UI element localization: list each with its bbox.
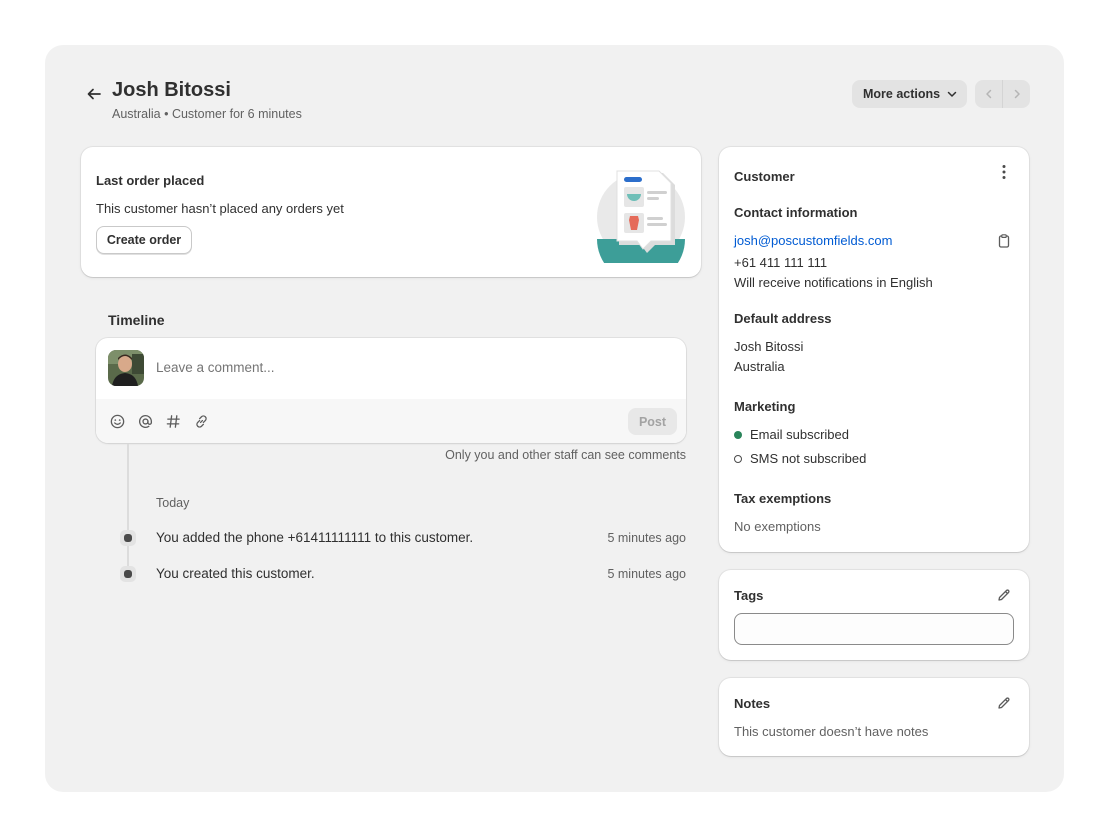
customer-heading: Customer	[734, 169, 795, 184]
avatar	[108, 350, 144, 386]
create-order-button[interactable]: Create order	[96, 226, 192, 254]
comment-visibility-note: Only you and other staff can see comment…	[445, 448, 686, 462]
comment-box: Post	[96, 338, 686, 443]
record-pager	[975, 80, 1030, 108]
customer-card: Customer Contact information josh@poscus…	[719, 147, 1029, 552]
timeline-title: Timeline	[108, 312, 165, 328]
timeline-event-text: You created this customer.	[156, 566, 315, 581]
no-orders-message: This customer hasn’t placed any orders y…	[96, 201, 344, 216]
last-order-heading: Last order placed	[96, 173, 205, 188]
more-actions-button[interactable]: More actions	[852, 80, 967, 108]
clipboard-copy-icon[interactable]	[996, 233, 1012, 249]
back-arrow-icon[interactable]	[84, 84, 104, 104]
next-record-button[interactable]	[1002, 80, 1030, 108]
timeline-event-time: 5 minutes ago	[607, 567, 686, 581]
timeline-event-marker	[120, 530, 136, 546]
timeline-line	[127, 444, 129, 576]
chevron-left-icon	[985, 89, 991, 99]
notification-language: Will receive notifications in English	[734, 275, 933, 290]
sms-marketing-status: SMS not subscribed	[750, 451, 867, 466]
default-address-heading: Default address	[734, 311, 832, 326]
sms-not-subscribed-status-dot	[734, 455, 742, 463]
email-subscribed-status-dot	[734, 431, 742, 439]
edit-tags-pencil-icon[interactable]	[996, 587, 1012, 603]
mention-icon[interactable]	[137, 413, 154, 430]
customer-phone: +61 411 111 111	[734, 255, 828, 270]
post-button[interactable]: Post	[628, 408, 677, 435]
address-country: Australia	[734, 359, 785, 374]
last-order-card: Last order placed This customer hasn’t p…	[81, 147, 701, 277]
timeline-event-time: 5 minutes ago	[607, 531, 686, 545]
timeline-date-group: Today	[156, 496, 190, 510]
tags-heading: Tags	[734, 588, 764, 603]
chevron-down-icon	[947, 91, 957, 97]
page-title: Josh Bitossi	[112, 79, 231, 101]
chevron-right-icon	[1014, 89, 1020, 99]
comment-toolbar: Post	[96, 399, 686, 443]
marketing-heading: Marketing	[734, 399, 796, 414]
tax-exemptions-value: No exemptions	[734, 519, 821, 534]
contact-information-heading: Contact information	[734, 205, 858, 220]
comment-input[interactable]	[156, 360, 556, 375]
more-options-icon[interactable]	[996, 163, 1012, 181]
timeline-event-marker	[120, 566, 136, 582]
emoji-icon[interactable]	[109, 413, 126, 430]
more-actions-label: More actions	[863, 87, 941, 101]
notes-card: Notes This customer doesn’t have notes	[719, 678, 1029, 756]
notes-text: This customer doesn’t have notes	[734, 724, 929, 739]
tags-card: Tags	[719, 570, 1029, 660]
notes-heading: Notes	[734, 696, 771, 711]
tax-exemptions-heading: Tax exemptions	[734, 491, 832, 506]
attachment-link-icon[interactable]	[193, 413, 210, 430]
timeline-event-text: You added the phone +61411111111 to this…	[156, 530, 474, 545]
previous-record-button[interactable]	[975, 80, 1002, 108]
edit-notes-pencil-icon[interactable]	[996, 695, 1012, 711]
tags-input[interactable]	[734, 613, 1014, 645]
email-marketing-status: Email subscribed	[750, 427, 849, 442]
orders-illustration	[597, 170, 685, 263]
page-subtitle: Australia • Customer for 6 minutes	[112, 107, 302, 121]
customer-email-link[interactable]: josh@poscustomfields.com	[734, 233, 892, 248]
address-name: Josh Bitossi	[734, 339, 804, 354]
hashtag-icon[interactable]	[165, 413, 182, 430]
